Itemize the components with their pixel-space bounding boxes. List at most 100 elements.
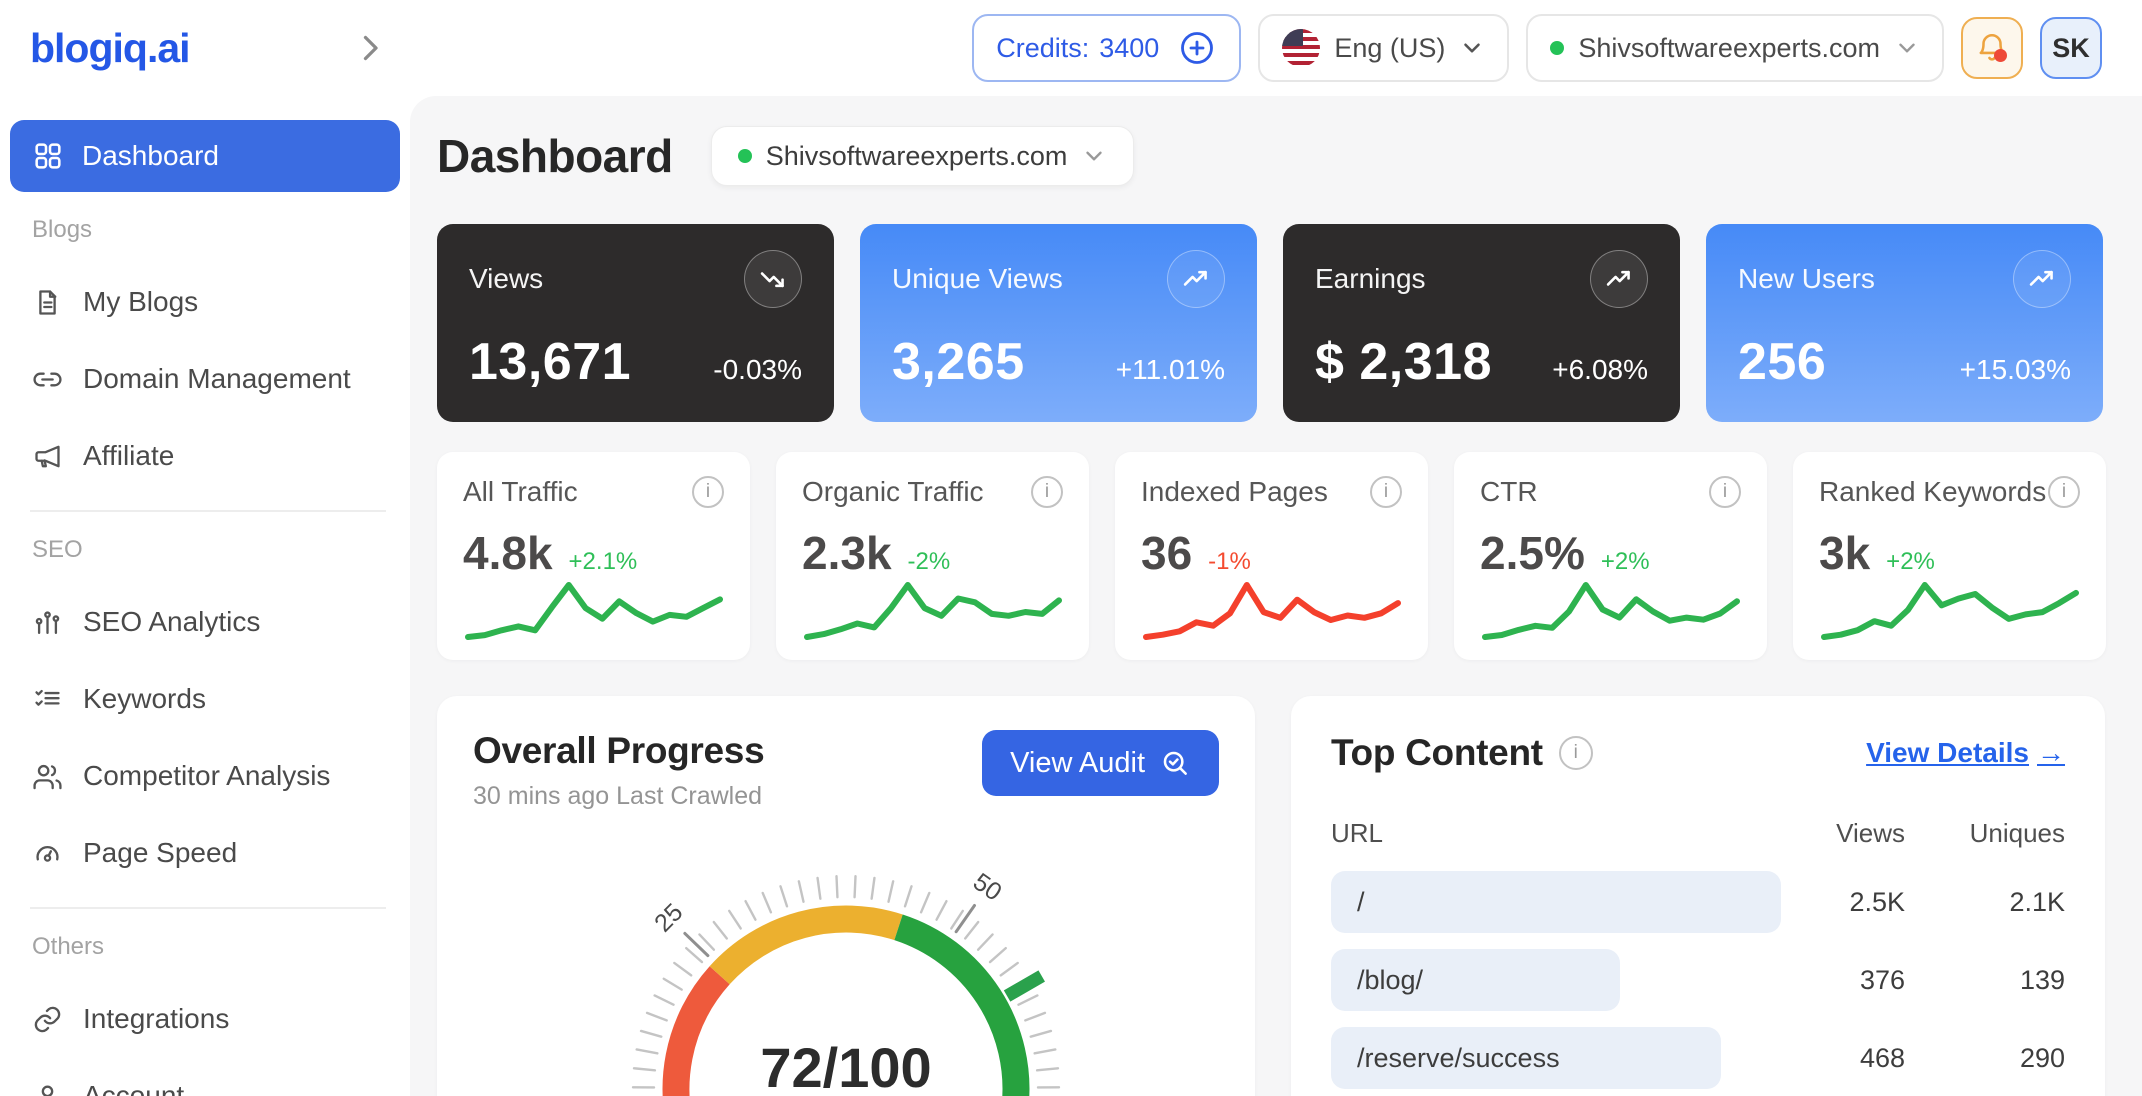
trend-down-icon	[744, 250, 802, 308]
megaphone-icon	[32, 441, 63, 472]
info-icon[interactable]: i	[692, 476, 724, 508]
domain-label: Shivsoftwareexperts.com	[766, 141, 1068, 172]
sidebar-item-label: Account	[83, 1080, 184, 1096]
metric-value: 4.8k	[463, 526, 553, 580]
sidebar-item-label: Page Speed	[83, 837, 237, 869]
sidebar-item-label: SEO Analytics	[83, 606, 260, 638]
domain-selector-top[interactable]: Shivsoftwareexperts.com	[1526, 14, 1944, 82]
views-bar	[1331, 871, 1781, 933]
views-value: 2.5K	[1790, 887, 1905, 918]
status-dot	[1550, 41, 1564, 55]
chevron-down-icon	[1081, 143, 1107, 169]
sparkline-chart	[802, 580, 1064, 640]
info-icon[interactable]: i	[1559, 736, 1593, 770]
language-label: Eng (US)	[1334, 33, 1445, 64]
stat-change: +15.03%	[1960, 354, 2071, 392]
metric-value: 36	[1141, 526, 1192, 580]
metric-card-organic-traffic: Organic Traffic i 2.3k -2%	[776, 452, 1089, 660]
url-text: /blog/	[1331, 965, 1423, 996]
trend-up-icon	[1167, 250, 1225, 308]
column-uniques: Uniques	[1905, 818, 2065, 849]
stat-card-new-users: New Users 256 +15.03%	[1706, 224, 2103, 422]
sidebar-collapse-chevron-right-icon[interactable]	[352, 30, 388, 66]
sidebar-item-label: Competitor Analysis	[83, 760, 330, 792]
info-icon[interactable]: i	[1370, 476, 1402, 508]
speedometer-icon	[32, 838, 63, 869]
metric-label: Indexed Pages	[1141, 476, 1328, 508]
info-icon[interactable]: i	[1031, 476, 1063, 508]
sidebar-item-account[interactable]: Account	[10, 1064, 400, 1096]
checklist-icon	[32, 684, 63, 715]
sidebar-item-dashboard[interactable]: Dashboard	[10, 120, 400, 192]
metric-value: 2.3k	[802, 526, 892, 580]
stat-value: $ 2,318	[1315, 332, 1492, 392]
column-url: URL	[1331, 818, 1790, 849]
sidebar-item-integrations[interactable]: Integrations	[10, 987, 400, 1051]
user-avatar[interactable]: SK	[2040, 17, 2102, 79]
metric-label: All Traffic	[463, 476, 578, 508]
chevron-down-icon	[1459, 35, 1485, 61]
sidebar-section-others: Others	[10, 933, 400, 961]
sidebar-item-affiliate[interactable]: Affiliate	[10, 424, 400, 488]
link-icon	[32, 364, 63, 395]
sidebar-item-competitor-analysis[interactable]: Competitor Analysis	[10, 744, 400, 808]
document-icon	[32, 287, 63, 318]
seo-score-value: 72/100	[566, 1035, 1126, 1096]
add-credits-plus-icon[interactable]	[1177, 28, 1217, 68]
credits-label: Credits:	[996, 33, 1089, 64]
uniques-value: 2.1K	[1905, 887, 2065, 918]
sidebar-item-domain-management[interactable]: Domain Management	[10, 347, 400, 411]
url-cell[interactable]: /	[1331, 871, 1790, 933]
metric-value: 3k	[1819, 526, 1870, 580]
seo-score-gauge: 02550100 72/100 SEO Score	[566, 837, 1126, 1096]
sidebar-item-my-blogs[interactable]: My Blogs	[10, 270, 400, 334]
topbar: blogiq.ai Credits: 3400 Eng (US) Shivsof…	[0, 0, 2142, 96]
svg-text:50: 50	[968, 868, 1007, 907]
info-icon[interactable]: i	[1709, 476, 1741, 508]
brand-logo: blogiq.ai	[30, 25, 190, 72]
chevron-down-icon	[1894, 35, 1920, 61]
info-icon[interactable]: i	[2048, 476, 2080, 508]
table-header: URL Views Uniques	[1331, 818, 2065, 849]
domain-label: Shivsoftwareexperts.com	[1578, 33, 1880, 64]
stat-label: Unique Views	[892, 263, 1063, 295]
sidebar-section-seo: SEO	[10, 536, 400, 564]
stat-card-earnings: Earnings $ 2,318 +6.08%	[1283, 224, 1680, 422]
sparkline-chart	[1141, 580, 1403, 640]
sidebar-divider	[30, 907, 386, 909]
stat-value: 3,265	[892, 332, 1025, 392]
status-dot	[738, 149, 752, 163]
stat-change: +6.08%	[1552, 354, 1648, 392]
url-cell[interactable]: /reserve/success	[1331, 1027, 1790, 1089]
sidebar-item-page-speed[interactable]: Page Speed	[10, 821, 400, 885]
metric-label: Ranked Keywords	[1819, 476, 2046, 508]
metric-label: Organic Traffic	[802, 476, 984, 508]
sidebar-item-label: Domain Management	[83, 363, 351, 395]
arrow-right-icon: →	[2037, 737, 2065, 769]
metric-change: +2.1%	[569, 548, 638, 576]
dashboard-grid-icon	[32, 140, 64, 172]
notifications-bell-icon[interactable]	[1961, 17, 2023, 79]
column-views: Views	[1790, 818, 1905, 849]
stat-card-unique-views: Unique Views 3,265 +11.01%	[860, 224, 1257, 422]
sidebar-item-keywords[interactable]: Keywords	[10, 667, 400, 731]
sidebar-divider	[30, 510, 386, 512]
sidebar-item-seo-analytics[interactable]: SEO Analytics	[10, 590, 400, 654]
metric-change: -1%	[1208, 548, 1251, 576]
views-value: 468	[1790, 1043, 1905, 1074]
url-text: /reserve/success	[1331, 1043, 1560, 1074]
metric-change: +2%	[1886, 548, 1935, 576]
table-row: / 2.5K 2.1K	[1331, 871, 2065, 933]
domain-selector-page[interactable]: Shivsoftwareexperts.com	[711, 126, 1135, 186]
view-details-link[interactable]: View Details →	[1866, 737, 2065, 769]
view-audit-button[interactable]: View Audit	[982, 730, 1219, 796]
stat-change: +11.01%	[1116, 354, 1225, 392]
top-content-title: Top Content	[1331, 732, 1543, 774]
metric-card-indexed-pages: Indexed Pages i 36 -1%	[1115, 452, 1428, 660]
audit-magnifier-check-icon	[1159, 747, 1191, 779]
stat-value: 13,671	[469, 332, 631, 392]
credits-pill[interactable]: Credits: 3400	[972, 14, 1241, 82]
url-cell[interactable]: /blog/	[1331, 949, 1790, 1011]
language-selector[interactable]: Eng (US)	[1258, 14, 1509, 82]
us-flag-icon	[1282, 29, 1320, 67]
